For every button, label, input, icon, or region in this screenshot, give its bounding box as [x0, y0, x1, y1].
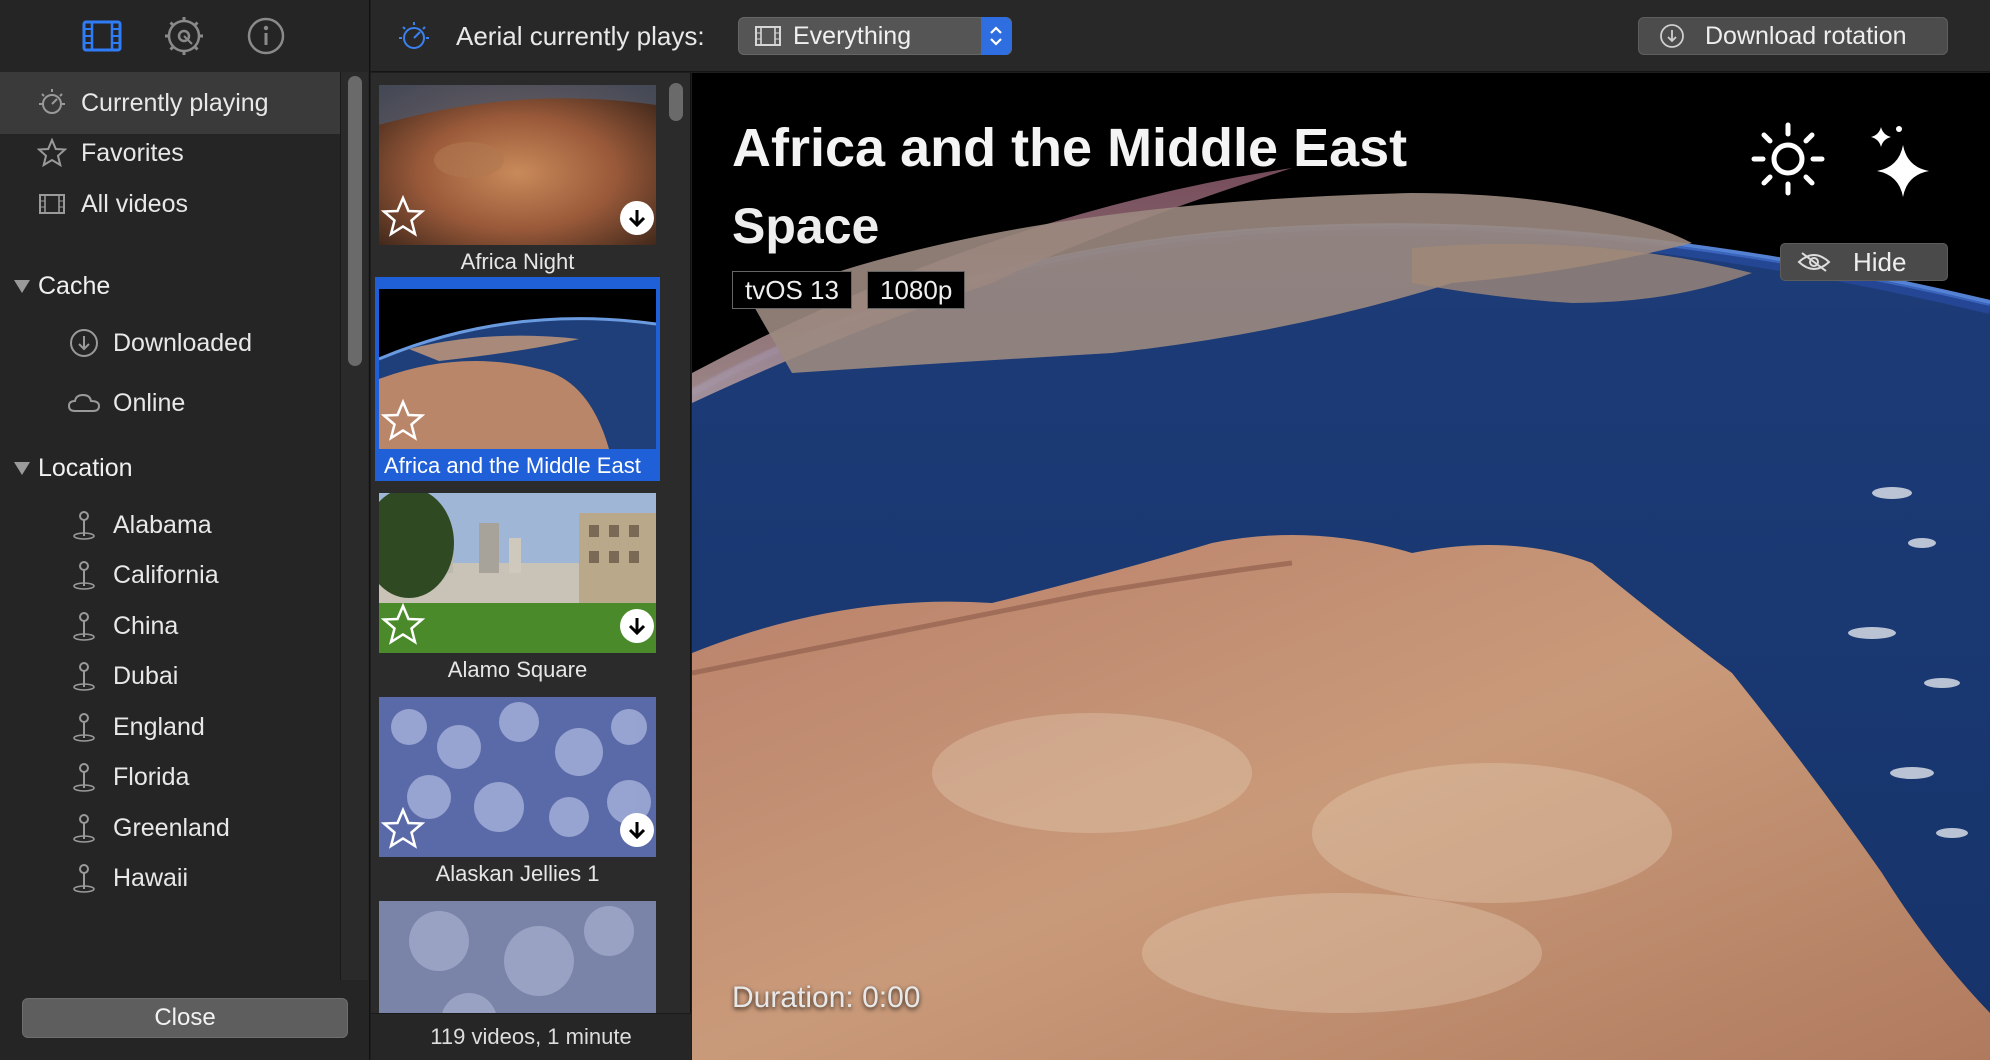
section-heading: Location — [38, 453, 133, 482]
pin-icon — [67, 659, 101, 693]
sun-icon[interactable] — [1750, 121, 1826, 197]
scrollbar-thumb[interactable] — [348, 76, 362, 366]
video-caption: Alaskan Jellies 1 — [435, 861, 600, 886]
video-caption: Alamo Square — [447, 657, 588, 682]
sparkles-icon[interactable] — [1867, 123, 1937, 199]
cloud-icon — [67, 386, 101, 420]
cache-section-header[interactable]: Cache — [0, 258, 340, 314]
top-bar: Aerial currently plays: Everything Downl… — [371, 0, 1990, 72]
button-label: Hide — [1853, 246, 1907, 277]
pin-icon — [67, 508, 101, 542]
sidebar-item-label: Currently playing — [81, 88, 269, 117]
video-thumbnail[interactable]: Africa Night — [375, 73, 660, 277]
video-count-status: 119 videos, 1 minute — [371, 1013, 691, 1060]
eye-slash-icon — [1797, 252, 1831, 272]
video-list-panel: Africa Night Africa and the Middle East — [371, 73, 691, 1060]
pin-icon — [67, 861, 101, 895]
sidebar: Currently playing Favorites All videos C… — [0, 0, 370, 1060]
download-circle-icon — [67, 326, 101, 360]
film-icon[interactable] — [80, 14, 124, 58]
video-thumbnail[interactable]: Alaskan Jellies 1 — [375, 685, 660, 889]
film-icon — [35, 187, 69, 221]
sidebar-list: Currently playing Favorites All videos C… — [0, 72, 340, 990]
pin-icon — [67, 558, 101, 592]
disclosure-triangle-icon[interactable] — [14, 461, 30, 475]
sidebar-item-location[interactable]: Hawaii — [0, 847, 340, 909]
duration-label: Duration: 0:00 — [732, 981, 921, 1014]
hide-button[interactable]: Hide — [1780, 243, 1948, 281]
sidebar-item-label: Hawaii — [113, 863, 189, 892]
sidebar-item-all-videos[interactable]: All videos — [0, 173, 340, 235]
favorite-star-icon[interactable] — [381, 399, 425, 443]
download-rotation-button[interactable]: Download rotation — [1638, 17, 1948, 55]
film-icon — [755, 26, 781, 46]
sidebar-item-label: Florida — [113, 762, 190, 791]
video-thumbnail-selected[interactable]: Africa and the Middle East — [375, 277, 660, 481]
video-thumbnail[interactable]: Alamo Square — [375, 481, 660, 685]
earth-from-space-image — [692, 73, 1990, 1060]
playback-label: Aerial currently plays: — [456, 21, 705, 51]
sidebar-tab-bar — [0, 0, 370, 72]
sidebar-item-label: England — [113, 712, 205, 741]
video-list[interactable]: Africa Night Africa and the Middle East — [371, 73, 671, 1013]
pin-icon — [67, 710, 101, 744]
gear-icon[interactable] — [162, 14, 206, 58]
favorite-star-icon[interactable] — [381, 807, 425, 851]
pin-icon — [67, 760, 101, 794]
section-heading: Cache — [38, 271, 111, 300]
play-rotation-icon — [399, 22, 429, 49]
pin-icon — [67, 811, 101, 845]
updown-chevron-icon[interactable] — [981, 17, 1011, 55]
sidebar-scrollbar[interactable] — [340, 72, 368, 980]
pin-icon — [67, 609, 101, 643]
video-caption: Africa Night — [460, 249, 575, 274]
sidebar-item-label: Alabama — [113, 510, 212, 539]
sidebar-item-label: China — [113, 611, 179, 640]
location-section-header[interactable]: Location — [0, 440, 340, 496]
info-icon[interactable] — [244, 14, 288, 58]
video-preview[interactable]: Africa and the Middle East Space tvOS 13… — [692, 73, 1990, 1060]
resolution-badge: 1080p — [867, 271, 966, 309]
download-arrow-icon[interactable] — [620, 201, 654, 235]
sidebar-item-downloaded[interactable]: Downloaded — [0, 312, 340, 374]
download-circle-icon — [1660, 24, 1684, 48]
favorite-star-icon[interactable] — [381, 603, 425, 647]
video-caption: Africa and the Middle East — [384, 453, 641, 478]
button-label: Download rotation — [1705, 21, 1907, 50]
favorite-star-icon[interactable] — [381, 195, 425, 239]
close-button[interactable]: Close — [22, 998, 348, 1038]
sidebar-item-label: Dubai — [113, 661, 179, 690]
sidebar-item-label: Downloaded — [113, 328, 252, 357]
video-preview-image — [379, 901, 656, 1013]
play-rotation-icon — [35, 86, 69, 120]
video-list-scrollbar[interactable] — [665, 81, 687, 1011]
star-icon — [35, 136, 69, 170]
sidebar-item-label: Favorites — [81, 138, 184, 167]
sidebar-item-label: California — [113, 560, 219, 589]
video-title: Africa and the Middle East — [732, 118, 1408, 178]
sidebar-item-online[interactable]: Online — [0, 372, 340, 434]
disclosure-triangle-icon[interactable] — [14, 279, 30, 293]
video-thumbnail[interactable] — [375, 889, 660, 1013]
playback-mode-select[interactable]: Everything — [738, 17, 1012, 55]
source-badge: tvOS 13 — [732, 271, 852, 309]
scrollbar-thumb[interactable] — [669, 83, 683, 121]
video-subtitle: Space — [732, 198, 880, 254]
sidebar-item-label: Greenland — [113, 813, 230, 842]
download-arrow-icon[interactable] — [620, 813, 654, 847]
select-value: Everything — [793, 21, 912, 50]
download-arrow-icon[interactable] — [620, 609, 654, 643]
sidebar-item-label: All videos — [81, 189, 188, 218]
sidebar-item-label: Online — [113, 388, 186, 417]
